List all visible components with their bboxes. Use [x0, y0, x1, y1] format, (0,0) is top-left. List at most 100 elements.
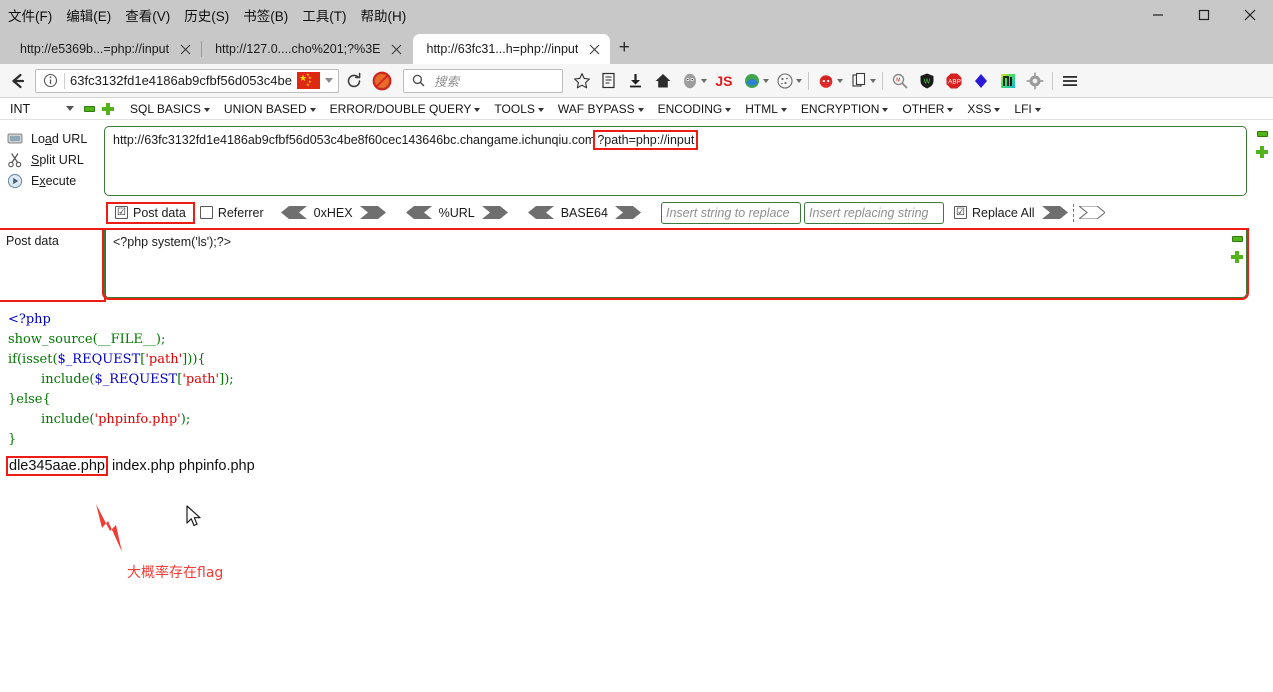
decode-arrow-icon[interactable]	[280, 206, 307, 219]
menu-label: ENCODING	[657, 101, 723, 116]
back-arrow-icon[interactable]	[5, 68, 31, 94]
split-url-button[interactable]: Split URL	[0, 149, 104, 170]
hackbar-menu-xss[interactable]: XSS	[960, 102, 1007, 116]
hackbar-menu-waf-bypass[interactable]: WAF BYPASS	[551, 102, 651, 116]
encode-arrow-icon[interactable]	[614, 206, 641, 219]
magnifier-search-icon[interactable]: M	[887, 68, 913, 94]
browser-tab-1[interactable]: http://e5369b...=php://input	[6, 34, 203, 64]
encode-arrow-icon[interactable]	[481, 206, 508, 219]
decode-arrow-icon[interactable]	[527, 206, 554, 219]
new-tab-button[interactable]: +	[610, 34, 638, 62]
javascript-toggle-icon[interactable]: JS	[710, 68, 738, 94]
blue-diamond-icon[interactable]	[968, 68, 994, 94]
extension-toolbar: JS M W ABP	[569, 68, 1083, 94]
hackbar-menu-other[interactable]: OTHER	[895, 102, 960, 116]
copy-page-icon[interactable]	[846, 68, 872, 94]
hackbar-url-query-highlight: ?path=php://input	[593, 130, 699, 150]
source-line: }else{	[8, 390, 1265, 410]
hackbar-menu-encryption[interactable]: ENCRYPTION	[794, 102, 895, 116]
hackbar-menu-html[interactable]: HTML	[738, 102, 794, 116]
base64-label: BASE64	[560, 205, 608, 220]
tab-close-icon[interactable]	[586, 41, 602, 57]
hackbar-menu-union-based[interactable]: UNION BASED	[217, 102, 323, 116]
js-label: JS	[715, 72, 733, 89]
browser-tab-3-active[interactable]: http://63fc31...h=php://input	[412, 34, 611, 64]
search-icon	[410, 72, 428, 90]
replace-apply-outline-arrow-icon[interactable]	[1076, 205, 1106, 220]
minus-icon[interactable]	[1256, 131, 1268, 137]
hackbar-menu-encoding[interactable]: ENCODING	[651, 102, 739, 116]
menu-item-help[interactable]: 帮助(H)	[361, 5, 407, 25]
encode-arrow-icon[interactable]	[359, 206, 386, 219]
site-info-icon[interactable]	[41, 72, 59, 90]
hackbar-url-textarea[interactable]: http://63fc3132fd1e4186ab9cfbf56d053c4be…	[104, 126, 1268, 196]
load-url-button[interactable]: Load URL	[0, 128, 104, 149]
hackbar-menu-lfi[interactable]: LFI	[1007, 102, 1047, 116]
hackbar-panel: INT SQL BASICS UNION BASED ERROR/DOUBLE …	[0, 98, 1273, 302]
downloads-icon[interactable]	[623, 68, 649, 94]
hackbar-menu-sql-basics[interactable]: SQL BASICS	[123, 102, 217, 116]
minus-icon[interactable]	[1231, 236, 1243, 242]
hackbar-type-select[interactable]: INT	[10, 102, 78, 116]
menu-label: XSS	[967, 101, 992, 116]
replace-search-input[interactable]: Insert string to replace	[660, 201, 801, 224]
minimize-icon[interactable]	[1135, 0, 1181, 30]
replace-apply-arrow-icon[interactable]	[1041, 206, 1068, 219]
caret-icon	[537, 107, 544, 112]
post-data-label: Post data	[0, 228, 106, 302]
adblock-plus-icon[interactable]: ABP	[941, 68, 967, 94]
referrer-checkbox[interactable]: Referrer	[193, 206, 271, 220]
noscript-icon[interactable]	[369, 68, 395, 94]
address-dropdown-icon[interactable]	[324, 78, 333, 83]
caret-icon	[637, 107, 644, 112]
browser-tab-2[interactable]: http://127.0....cho%201;?%3E	[201, 34, 414, 64]
svg-text:ABP: ABP	[948, 78, 961, 85]
cookie-manager-icon[interactable]	[772, 68, 798, 94]
menu-item-view[interactable]: 查看(V)	[125, 5, 170, 25]
post-data-checkbox[interactable]: ☑ Post data	[106, 201, 195, 224]
reload-icon[interactable]	[341, 68, 367, 94]
hamburger-menu-icon[interactable]	[1057, 68, 1083, 94]
minus-icon[interactable]	[84, 105, 95, 112]
close-icon[interactable]	[1227, 0, 1273, 30]
plus-icon[interactable]	[1256, 146, 1268, 158]
menu-item-bookmarks[interactable]: 书签(B)	[243, 5, 288, 25]
page-content: <?php show_source(__FILE__); if(isset($_RE…	[0, 300, 1273, 476]
load-url-label: Load URL	[31, 131, 88, 146]
decode-arrow-icon[interactable]	[405, 206, 432, 219]
options-divider	[1072, 203, 1074, 222]
settings-gear-icon[interactable]	[1022, 68, 1048, 94]
menu-item-history[interactable]: 历史(S)	[184, 5, 229, 25]
china-flag-icon: ★ ★ ★ ★ ★	[296, 72, 320, 89]
bookmark-star-icon[interactable]	[569, 68, 595, 94]
wappalyzer-shield-icon[interactable]: W	[914, 68, 940, 94]
plus-icon[interactable]	[1231, 251, 1243, 263]
toolbar-divider	[807, 71, 809, 90]
library-icon[interactable]	[596, 68, 622, 94]
maximize-icon[interactable]	[1181, 0, 1227, 30]
replace-all-checkbox[interactable]: ☑ Replace All	[947, 206, 1042, 220]
search-placeholder: 搜索	[433, 75, 459, 89]
post-data-textarea[interactable]: <?php system('ls');?>	[102, 228, 1249, 300]
tab-close-icon[interactable]	[177, 41, 193, 57]
execute-button[interactable]: Execute	[0, 170, 104, 191]
plus-icon[interactable]	[102, 102, 114, 115]
home-icon[interactable]	[650, 68, 676, 94]
post-data-checkbox-label: Post data	[133, 205, 186, 220]
ghostery-icon[interactable]	[677, 68, 703, 94]
hackbar-menu-tools[interactable]: TOOLS	[487, 102, 550, 116]
source-line: <?php	[8, 310, 1265, 330]
hackbar-menu-error-double-query[interactable]: ERROR/DOUBLE QUERY	[323, 102, 488, 116]
search-box[interactable]: 搜索	[402, 68, 563, 93]
checkbox-box: ☑	[953, 206, 967, 219]
address-bar[interactable]: 63fc3132fd1e4186ab9cfbf56d053c4be ★ ★ ★ …	[35, 68, 339, 93]
menu-item-file[interactable]: 文件(F)	[8, 5, 52, 25]
menu-item-tools[interactable]: 工具(T)	[302, 5, 346, 25]
colorful-square-icon[interactable]	[995, 68, 1021, 94]
tab-close-icon[interactable]	[389, 41, 405, 57]
hackbar-icon[interactable]	[813, 68, 839, 94]
foxyproxy-icon[interactable]	[739, 68, 765, 94]
menu-label: UNION BASED	[223, 101, 307, 116]
menu-item-edit[interactable]: 编辑(E)	[66, 5, 111, 25]
replace-with-input[interactable]: Insert replacing string	[803, 201, 944, 224]
